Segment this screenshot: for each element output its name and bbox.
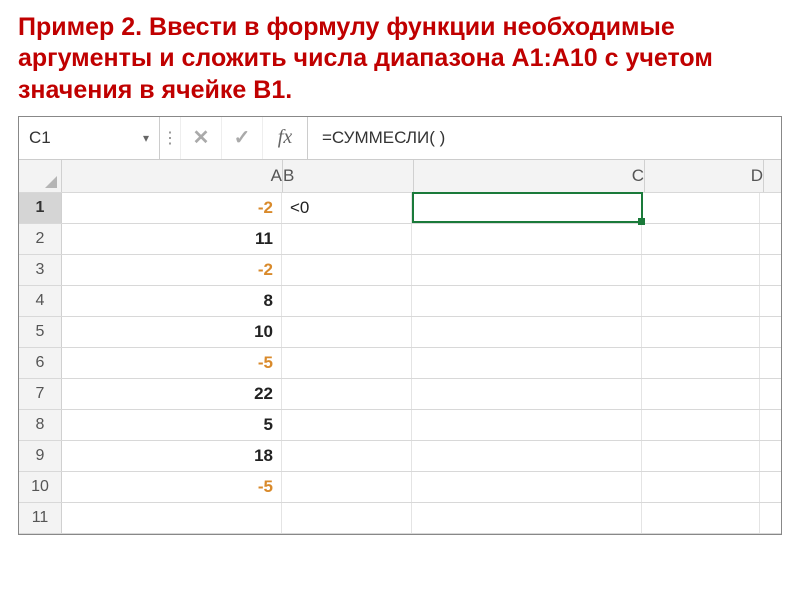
table-row: 2 11 — [19, 224, 781, 255]
table-row: 5 10 — [19, 317, 781, 348]
cell-C10[interactable] — [412, 472, 642, 502]
cell-A2[interactable]: 11 — [62, 224, 282, 254]
cell-D11[interactable] — [642, 503, 760, 533]
cell-D7[interactable] — [642, 379, 760, 409]
formula-input[interactable]: =СУММЕСЛИ( ) — [308, 117, 781, 159]
cell-C11[interactable] — [412, 503, 642, 533]
cell-C1[interactable] — [412, 193, 642, 223]
row-header-9[interactable]: 9 — [19, 441, 62, 471]
cell-B2[interactable] — [282, 224, 412, 254]
row-header-6[interactable]: 6 — [19, 348, 62, 378]
cell-C2[interactable] — [412, 224, 642, 254]
column-header-D[interactable]: D — [645, 160, 764, 192]
cell-B9[interactable] — [282, 441, 412, 471]
table-row: 10 -5 — [19, 472, 781, 503]
cancel-formula-button[interactable]: ✕ — [181, 117, 222, 159]
cell-D2[interactable] — [642, 224, 760, 254]
cell-B4[interactable] — [282, 286, 412, 316]
spreadsheet-grid[interactable]: A B C D 1 -2 <0 2 11 3 — [19, 160, 781, 534]
row-header-7[interactable]: 7 — [19, 379, 62, 409]
formula-bar: C1 ▾ ⋮ ✕ ✓ fx =СУММЕСЛИ( ) — [19, 117, 781, 160]
cell-A3[interactable]: -2 — [62, 255, 282, 285]
cell-C5[interactable] — [412, 317, 642, 347]
name-box-value: C1 — [29, 128, 51, 148]
name-box-dropdown-icon[interactable]: ▾ — [143, 131, 149, 145]
cell-B7[interactable] — [282, 379, 412, 409]
cell-B1[interactable]: <0 — [282, 193, 412, 223]
table-row: 4 8 — [19, 286, 781, 317]
row-header-1[interactable]: 1 — [19, 193, 62, 223]
cell-D10[interactable] — [642, 472, 760, 502]
formula-bar-separator: ⋮ — [160, 117, 181, 159]
column-header-row: A B C D — [19, 160, 781, 193]
cell-C8[interactable] — [412, 410, 642, 440]
fx-icon: fx — [278, 126, 292, 149]
cell-B5[interactable] — [282, 317, 412, 347]
cell-A9[interactable]: 18 — [62, 441, 282, 471]
insert-function-button[interactable]: fx — [263, 117, 308, 159]
cell-B8[interactable] — [282, 410, 412, 440]
table-row: 1 -2 <0 — [19, 193, 781, 224]
excel-window: C1 ▾ ⋮ ✕ ✓ fx =СУММЕСЛИ( ) — [18, 116, 782, 535]
cell-A8[interactable]: 5 — [62, 410, 282, 440]
row-header-4[interactable]: 4 — [19, 286, 62, 316]
cell-A6[interactable]: -5 — [62, 348, 282, 378]
close-icon: ✕ — [193, 125, 210, 150]
table-row: 7 22 — [19, 379, 781, 410]
cell-A10[interactable]: -5 — [62, 472, 282, 502]
column-header-B[interactable]: B — [283, 160, 414, 192]
cell-D8[interactable] — [642, 410, 760, 440]
cell-C9[interactable] — [412, 441, 642, 471]
formula-text: =СУММЕСЛИ( ) — [322, 128, 445, 148]
column-header-A[interactable]: A — [62, 160, 283, 192]
cell-D5[interactable] — [642, 317, 760, 347]
row-header-8[interactable]: 8 — [19, 410, 62, 440]
column-header-C[interactable]: C — [414, 160, 645, 192]
cell-D3[interactable] — [642, 255, 760, 285]
row-header-2[interactable]: 2 — [19, 224, 62, 254]
instruction-text: Пример 2. Ввести в формулу функции необх… — [18, 12, 782, 106]
cell-A4[interactable]: 8 — [62, 286, 282, 316]
select-all-corner[interactable] — [19, 160, 62, 192]
table-row: 11 — [19, 503, 781, 534]
cell-D4[interactable] — [642, 286, 760, 316]
table-row: 9 18 — [19, 441, 781, 472]
cell-B6[interactable] — [282, 348, 412, 378]
cell-C7[interactable] — [412, 379, 642, 409]
table-row: 3 -2 — [19, 255, 781, 286]
table-row: 8 5 — [19, 410, 781, 441]
cell-C6[interactable] — [412, 348, 642, 378]
row-header-11[interactable]: 11 — [19, 503, 62, 533]
name-box[interactable]: C1 ▾ — [19, 117, 160, 159]
cell-C3[interactable] — [412, 255, 642, 285]
accept-formula-button[interactable]: ✓ — [222, 117, 263, 159]
check-icon: ✓ — [234, 125, 251, 150]
cell-A1[interactable]: -2 — [62, 193, 282, 223]
cell-A5[interactable]: 10 — [62, 317, 282, 347]
cell-B10[interactable] — [282, 472, 412, 502]
cell-B11[interactable] — [282, 503, 412, 533]
cell-B3[interactable] — [282, 255, 412, 285]
cell-D6[interactable] — [642, 348, 760, 378]
cell-D9[interactable] — [642, 441, 760, 471]
row-header-5[interactable]: 5 — [19, 317, 62, 347]
cell-A7[interactable]: 22 — [62, 379, 282, 409]
cell-D1[interactable] — [642, 193, 760, 223]
cell-C4[interactable] — [412, 286, 642, 316]
row-header-10[interactable]: 10 — [19, 472, 62, 502]
row-header-3[interactable]: 3 — [19, 255, 62, 285]
cell-A11[interactable] — [62, 503, 282, 533]
table-row: 6 -5 — [19, 348, 781, 379]
